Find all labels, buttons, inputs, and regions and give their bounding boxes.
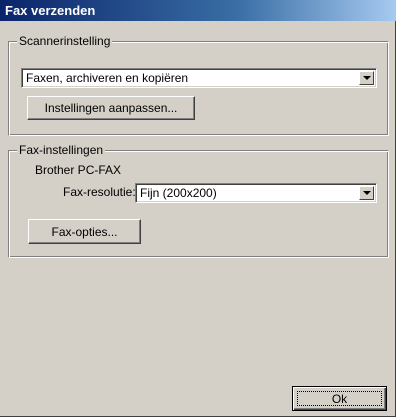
scanner-settings-legend: Scannerinstelling (17, 34, 113, 48)
scanner-profile-value: Faxen, archiveren en kopiëren (26, 71, 189, 85)
adjust-settings-button[interactable]: Instellingen aanpassen... (27, 96, 195, 120)
scanner-profile-dropdown-button[interactable] (359, 71, 374, 85)
fax-settings-legend: Fax-instellingen (17, 143, 106, 157)
fax-resolution-dropdown[interactable]: Fijn (200x200) (135, 183, 377, 203)
fax-resolution-label: Fax-resolutie: (63, 185, 136, 199)
ok-label: Ok (331, 391, 348, 406)
fax-resolution-value: Fijn (200x200) (140, 186, 217, 200)
scanner-profile-dropdown[interactable]: Faxen, archiveren en kopiëren (21, 68, 377, 88)
scanner-settings-group: Scannerinstelling Faxen, archiveren en k… (8, 34, 389, 136)
chevron-down-icon (363, 76, 371, 80)
adjust-settings-label: Instellingen aanpassen... (44, 101, 178, 115)
ok-button[interactable]: Ok (292, 386, 387, 411)
device-name: Brother PC-FAX (35, 163, 122, 177)
chevron-down-icon (363, 191, 371, 195)
fax-resolution-dropdown-button[interactable] (359, 186, 374, 200)
fax-send-window: Fax verzenden Scannerinstelling Faxen, a… (0, 0, 396, 417)
fax-options-label: Fax-opties... (51, 224, 118, 239)
fax-settings-group: Fax-instellingen Brother PC-FAX Fax-reso… (8, 143, 389, 258)
title-bar: Fax verzenden (0, 0, 396, 21)
fax-options-button[interactable]: Fax-opties... (28, 219, 141, 244)
window-title: Fax verzenden (5, 3, 96, 18)
